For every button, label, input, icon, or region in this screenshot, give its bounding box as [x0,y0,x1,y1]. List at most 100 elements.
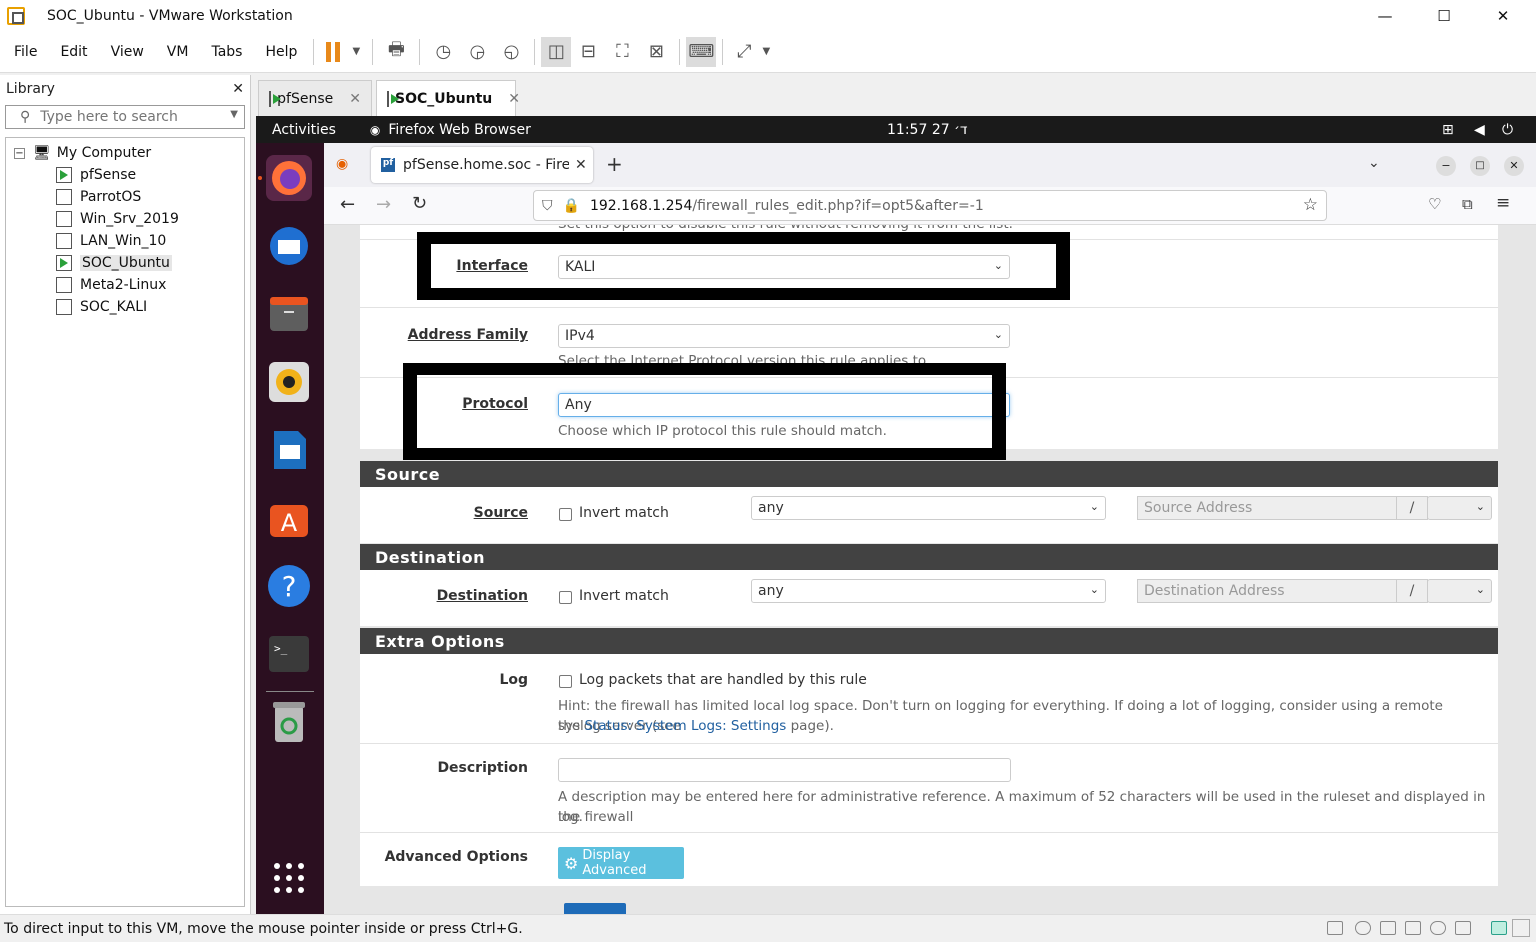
library-toggle-icon[interactable]: ◫ [541,36,572,67]
menu-help[interactable]: Help [255,44,307,60]
activities-button[interactable]: Activities [272,122,336,138]
rhythmbox-icon[interactable] [266,359,312,405]
menu-edit[interactable]: Edit [50,44,97,60]
tree-vm-lan-win-10[interactable]: LAN_Win_10 [6,230,244,252]
terminal-icon[interactable]: >_ [266,631,312,677]
display-advanced-button[interactable]: ⚙ Display Advanced [558,847,684,879]
writer-icon[interactable] [266,427,312,473]
source-invert-checkbox[interactable] [559,508,572,521]
tree-my-computer[interactable]: − 🖥 My Computer [6,142,244,164]
pause-icon[interactable] [320,37,346,67]
destination-mask-select[interactable]: ⌄ [1427,579,1492,603]
tree-vm-win-srv-2019[interactable]: Win_Srv_2019 [6,208,244,230]
console-view-icon[interactable]: ⌨ [686,36,717,67]
reload-icon[interactable]: ↻ [412,193,427,214]
unity-icon[interactable]: ⊠ [639,37,673,67]
firefox-icon[interactable] [266,155,312,201]
menu-file[interactable]: File [4,44,47,60]
tree-vm-soc-kali[interactable]: SOC_KALI [6,296,244,318]
close-tab-icon[interactable]: ✕ [349,91,361,107]
collapse-icon[interactable]: − [14,147,25,159]
system-logs-settings-link[interactable]: Status: System Logs: Settings [584,718,786,734]
ff-maximize-icon[interactable]: □ [1470,156,1490,176]
vm-console[interactable]: Activities ◉ Firefox Web Browser ד׳ 27 1… [256,116,1536,914]
menu-vm[interactable]: VM [157,44,199,60]
shield-icon[interactable]: ⛉ [542,198,553,214]
tab-soc-ubuntu[interactable]: SOC_Ubuntu ✕ [376,80,520,116]
usb-status-icon[interactable] [1405,921,1421,935]
destination-address-input[interactable]: Destination Address [1137,579,1397,603]
new-tab-icon[interactable]: + [606,152,623,176]
firefox-tab-strip: ◉ pf pfSense.home.soc - Firew ✕ + ⌄ − □ … [324,143,1536,187]
source-address-input[interactable]: Source Address [1137,496,1397,520]
library-search[interactable]: ⚲ ▼ [5,105,245,129]
active-app-label[interactable]: Firefox Web Browser [388,122,531,138]
stretch-dropdown-icon[interactable]: ▼ [759,37,773,67]
list-tabs-icon[interactable]: ⌄ [1368,155,1380,171]
sound-status-icon[interactable] [1430,921,1446,935]
snapshot-icon[interactable]: ◷ [426,37,460,67]
message-icon[interactable] [1512,919,1530,937]
stretch-icon[interactable]: ⤢ [729,37,759,67]
cd-status-icon[interactable] [1355,921,1371,935]
power-icon[interactable]: ⏻ [1502,122,1513,138]
menu-tabs[interactable]: Tabs [201,44,252,60]
send-keys-icon[interactable]: 🖶 [379,37,413,67]
tree-vm-pfsense[interactable]: pfSense [6,164,244,186]
address-family-select[interactable]: IPv4 ⌄ [558,324,1010,348]
source-type-select[interactable]: any ⌄ [751,496,1106,520]
display-status-icon[interactable] [1491,921,1507,935]
hdd-status-icon[interactable] [1327,921,1343,935]
maximize-button[interactable]: ☐ [1415,0,1473,31]
source-mask-select[interactable]: ⌄ [1427,496,1492,520]
pause-dropdown-icon[interactable]: ▼ [346,37,366,67]
menu-view[interactable]: View [101,44,154,60]
destination-invert-checkbox[interactable] [559,591,572,604]
browser-tab-pfsense[interactable]: pf pfSense.home.soc - Firew ✕ [371,147,593,183]
ff-minimize-icon[interactable]: − [1436,156,1456,176]
minimize-button[interactable]: — [1356,0,1414,31]
back-icon[interactable]: ← [340,194,355,215]
tree-vm-meta2-linux[interactable]: Meta2-Linux [6,274,244,296]
description-input[interactable] [558,758,1011,782]
library-search-input[interactable] [40,109,211,125]
close-tab-icon[interactable]: ✕ [508,91,520,107]
tab-pfsense[interactable]: pfSense ✕ [258,80,372,116]
network-status-icon[interactable] [1380,921,1396,935]
firefox-view-icon[interactable]: ◉ [336,156,348,172]
volume-icon[interactable]: ◀ [1474,122,1485,138]
bookmark-star-icon[interactable]: ☆ [1303,195,1318,215]
help-icon[interactable]: ? [266,563,312,609]
close-window-button[interactable]: ✕ [1474,0,1532,31]
app-center-icon[interactable]: A [266,495,312,541]
show-apps-icon[interactable] [266,855,312,901]
snapshot-manager-icon[interactable]: ◵ [494,37,528,67]
url-host: 192.168.1.254 [589,197,693,214]
pocket-icon[interactable]: ♡ [1428,195,1441,213]
thumbnail-icon[interactable]: ⊟ [571,37,605,67]
clock[interactable]: ד׳ 27 11:57 [887,122,968,138]
search-dropdown-icon[interactable]: ▼ [230,109,238,120]
files-icon[interactable] [266,291,312,337]
log-checkbox[interactable] [559,675,572,688]
app-menu-icon[interactable]: ≡ [1496,193,1510,213]
tree-vm-soc-ubuntu[interactable]: SOC_Ubuntu [6,252,244,274]
extensions-icon[interactable]: ⧉ [1462,195,1473,213]
tree-vm-parrotos[interactable]: ParrotOS [6,186,244,208]
library-close-icon[interactable]: ✕ [232,81,244,97]
lock-icon[interactable]: 🔒 [563,198,580,214]
revert-snapshot-icon[interactable]: ◶ [460,37,494,67]
close-browser-tab-icon[interactable]: ✕ [575,157,587,173]
ff-close-icon[interactable]: ✕ [1504,156,1524,176]
destination-type-select[interactable]: any ⌄ [751,579,1106,603]
printer-status-icon[interactable] [1455,921,1471,935]
network-icon[interactable]: ⊞ [1442,122,1454,138]
computer-icon: 🖥 [33,145,51,161]
trash-icon[interactable] [266,699,312,745]
fullscreen-icon[interactable]: ⛶ [605,37,639,67]
forward-icon[interactable]: → [376,194,391,215]
svg-text:A: A [281,509,298,537]
thunderbird-icon[interactable] [266,223,312,269]
url-bar[interactable]: ⛉ 🔒 192.168.1.254/firewall_rules_edit.ph… [533,190,1327,221]
save-button-partial[interactable] [564,903,626,914]
